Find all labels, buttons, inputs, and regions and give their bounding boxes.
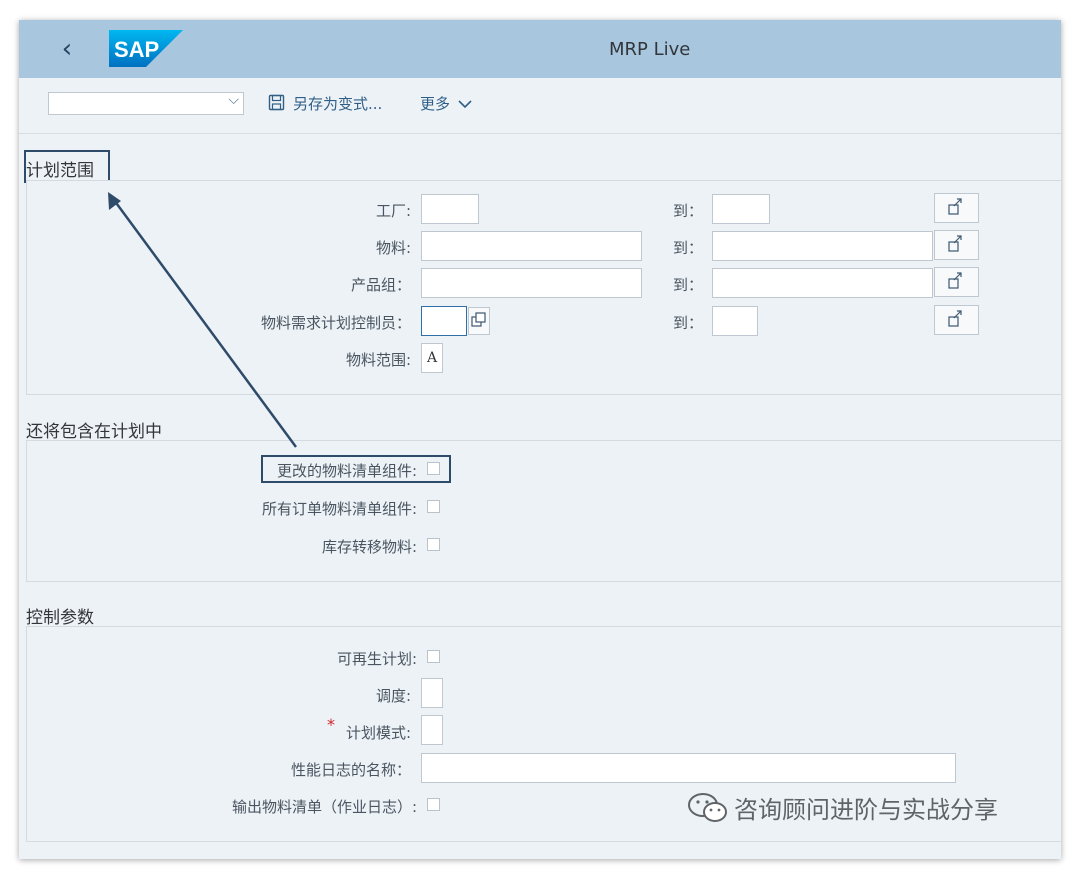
watermark-text: 咨询顾问进阶与实战分享 [734,796,998,824]
watermark: 咨询顾问进阶与实战分享 [686,790,998,825]
annotation-arrow [108,192,298,448]
sap-window: ‹ SAP MRP Live ⌵ 另存为变式... 更多 计划范围 工厂: 到：… [19,20,1061,859]
wechat-icon [688,793,727,822]
